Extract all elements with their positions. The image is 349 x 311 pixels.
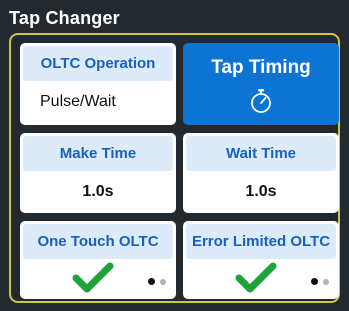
wait-time-label: Wait Time	[186, 136, 336, 171]
tap-timing-button[interactable]: Tap Timing	[183, 43, 339, 125]
make-time-value: 1.0s	[82, 183, 114, 200]
one-touch-oltc-label: One Touch OLTC	[23, 224, 173, 259]
page-dot-active	[311, 278, 318, 285]
checkmark-icon	[235, 262, 277, 293]
make-time-tile[interactable]: Make Time 1.0s	[20, 133, 176, 213]
wait-time-tile[interactable]: Wait Time 1.0s	[183, 133, 339, 213]
page-dot-inactive	[323, 279, 329, 285]
error-limited-oltc-tile[interactable]: Error Limited OLTC	[183, 221, 339, 299]
tap-changer-panel: Tap Changer OLTC Operation Pulse/Wait Ta…	[0, 0, 349, 311]
error-limited-oltc-page-indicator	[311, 278, 333, 286]
oltc-operation-tile[interactable]: OLTC Operation Pulse/Wait	[20, 43, 176, 125]
tap-timing-label: Tap Timing	[211, 57, 311, 78]
timer-icon	[251, 89, 271, 113]
page-dot-inactive	[160, 279, 166, 285]
one-touch-oltc-page-indicator	[148, 278, 170, 286]
one-touch-oltc-tile[interactable]: One Touch OLTC	[20, 221, 176, 299]
page-dot-active	[148, 278, 155, 285]
oltc-operation-label: OLTC Operation	[23, 46, 173, 81]
wait-time-value: 1.0s	[245, 183, 277, 200]
panel-title: Tap Changer	[9, 8, 120, 28]
make-time-label: Make Time	[23, 136, 173, 171]
oltc-operation-value: Pulse/Wait	[40, 93, 116, 110]
checkmark-icon	[72, 262, 114, 293]
error-limited-oltc-label: Error Limited OLTC	[186, 224, 336, 259]
